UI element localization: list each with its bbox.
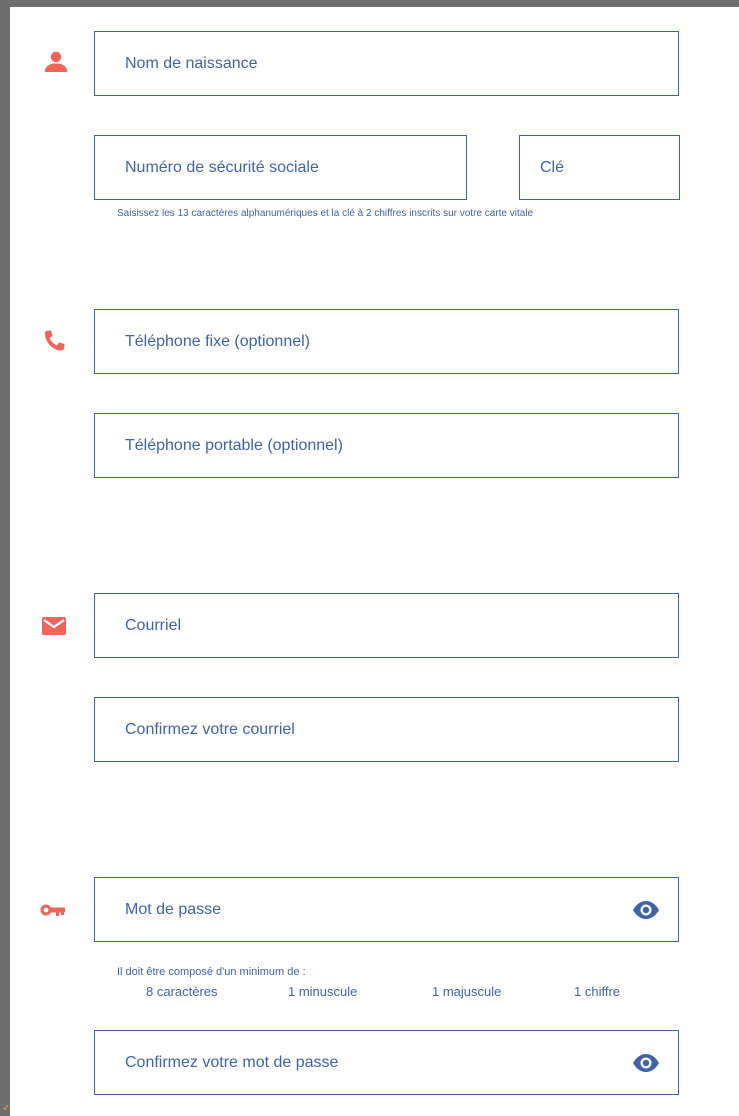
password-confirm-input[interactable]	[95, 1031, 678, 1094]
key-icon	[40, 904, 65, 916]
email-confirm-input[interactable]	[95, 698, 678, 761]
phone-mobile-field	[94, 413, 679, 478]
corner-marker: ✓	[2, 1103, 11, 1114]
email-field	[94, 593, 679, 658]
password-input[interactable]	[95, 878, 678, 941]
person-icon	[45, 51, 67, 72]
phone-icon	[45, 330, 65, 351]
ssn-field	[94, 135, 467, 200]
password-confirm-field	[94, 1030, 679, 1095]
envelope-icon	[42, 617, 66, 635]
phone-fixed-field	[94, 309, 679, 374]
password-rule-lowercase: 1 minuscule	[288, 984, 358, 999]
birth-name-field	[94, 31, 679, 96]
password-rule-uppercase: 1 majuscule	[432, 984, 502, 999]
email-input[interactable]	[95, 594, 678, 657]
password-field	[94, 877, 679, 942]
password-rules-title: Il doit être composé d'un minimum de :	[117, 966, 306, 978]
birth-name-input[interactable]	[95, 32, 678, 95]
window-frame-top	[0, 0, 739, 7]
phone-fixed-input[interactable]	[95, 310, 678, 373]
password-rule-digit: 1 chiffre	[574, 984, 621, 999]
ssn-help-text: Saisissez les 13 caractères alphanumériq…	[117, 208, 534, 219]
email-confirm-field	[94, 697, 679, 762]
password-rule-length: 8 caractères	[146, 984, 218, 999]
eye-icon[interactable]	[632, 899, 660, 921]
eye-icon[interactable]	[632, 1052, 660, 1074]
ssn-key-input[interactable]	[520, 136, 679, 199]
ssn-key-field	[519, 135, 680, 200]
phone-mobile-input[interactable]	[95, 414, 678, 477]
window-frame-left	[0, 0, 10, 1116]
ssn-input[interactable]	[95, 136, 466, 199]
